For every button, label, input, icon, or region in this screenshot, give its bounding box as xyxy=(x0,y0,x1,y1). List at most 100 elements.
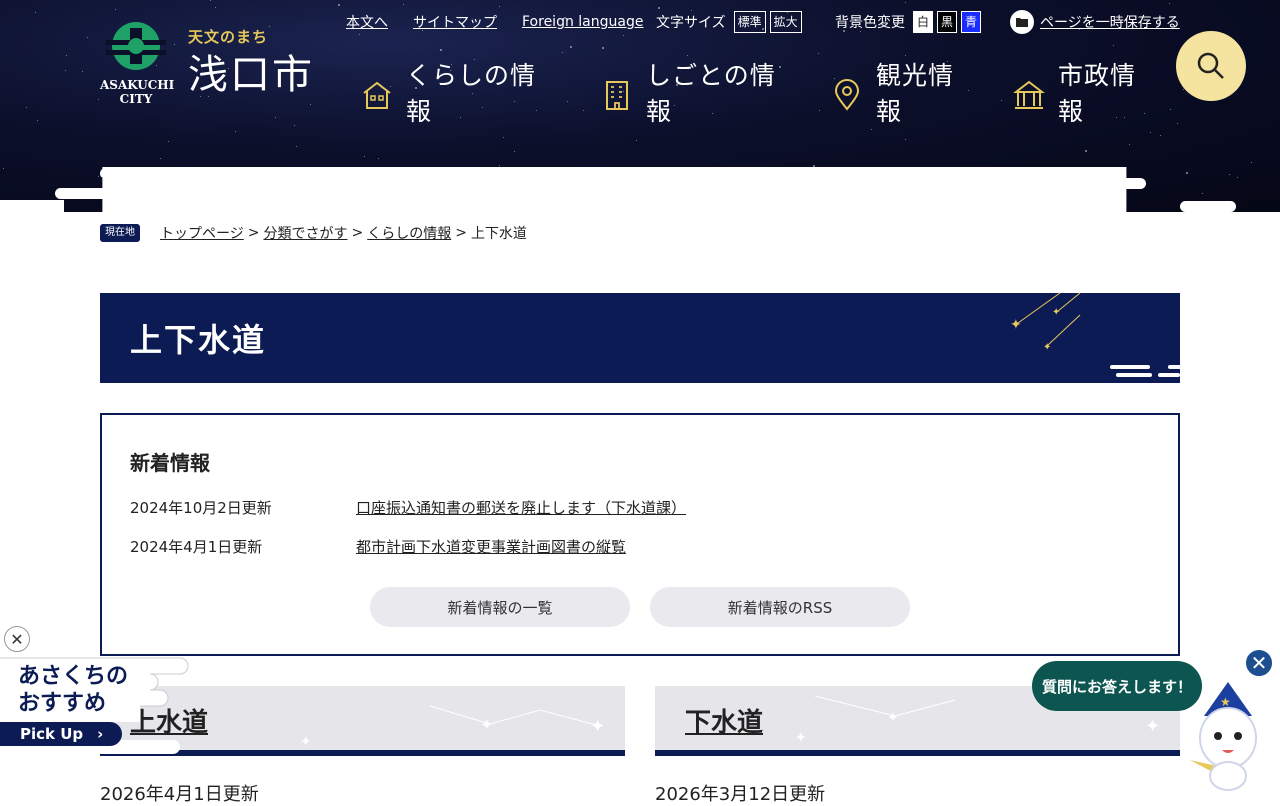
svg-text:✦: ✦ xyxy=(300,734,312,750)
star-dot xyxy=(235,131,236,132)
page-title: 上下水道 xyxy=(130,321,267,359)
svg-text:✦: ✦ xyxy=(480,715,493,734)
star-dot xyxy=(1001,100,1002,101)
map-pin-icon xyxy=(834,79,860,111)
svg-text:✦: ✦ xyxy=(887,710,899,726)
star-dot xyxy=(66,55,67,56)
save-page-control[interactable]: ページを一時保存する xyxy=(1010,10,1180,34)
star-dot xyxy=(1237,177,1238,178)
star-dot xyxy=(1129,144,1130,145)
bg-blue-button[interactable]: 青 xyxy=(961,11,982,33)
star-dot xyxy=(98,99,99,100)
util-skip-link-wrap: 本文へ xyxy=(346,10,388,34)
bg-black-button[interactable]: 黒 xyxy=(937,11,958,33)
chat-bubble-text: 質問にお答えします！ xyxy=(1041,677,1192,696)
category-date-sewerage: 2026年3月12日更新 xyxy=(655,784,826,805)
star-dot xyxy=(364,156,365,157)
bg-white-button[interactable]: 白 xyxy=(913,11,934,33)
star-dot xyxy=(3,168,4,169)
nav-work[interactable]: しごとの情報 xyxy=(600,58,800,130)
city-hall-icon xyxy=(1013,80,1045,109)
star-dot xyxy=(658,7,660,9)
star-dot xyxy=(98,176,99,177)
news-link[interactable]: 口座振込通知書の郵送を廃止します（下水道課） xyxy=(356,497,686,518)
star-dot xyxy=(87,37,88,38)
svg-text:✦: ✦ xyxy=(795,730,807,746)
svg-text:★: ★ xyxy=(1220,695,1231,709)
bg-color-control: 背景色変更 白 黒 青 xyxy=(835,10,982,34)
star-dot xyxy=(1202,193,1203,194)
city-name-english: ASAKUCHI CITY xyxy=(100,78,175,106)
pickup-button[interactable]: Pick Up › xyxy=(0,722,122,746)
bg-color-label: 背景色変更 xyxy=(835,15,905,31)
news-panel: 新着情報 2024年10月2日更新 口座振込通知書の郵送を廃止します（下水道課）… xyxy=(100,413,1180,656)
breadcrumb-separator: > xyxy=(455,225,467,241)
star-dot xyxy=(503,137,504,138)
star-dot xyxy=(1170,109,1171,110)
star-dot xyxy=(499,6,500,7)
category-date-water-supply: 2026年4月1日更新 xyxy=(100,784,259,805)
star-dot xyxy=(623,35,624,36)
breadcrumb-link-top[interactable]: トップページ xyxy=(160,223,244,243)
star-dot xyxy=(1150,132,1151,133)
breadcrumb-link-category[interactable]: 分類でさがす xyxy=(263,223,347,243)
star-dot xyxy=(1186,172,1188,174)
star-dot xyxy=(687,55,688,56)
star-dot xyxy=(160,158,161,159)
star-dot xyxy=(1085,150,1087,152)
star-dot xyxy=(294,125,295,126)
nav-living-label: くらしの情報 xyxy=(406,61,537,126)
house-icon xyxy=(363,81,391,109)
folder-icon xyxy=(1010,10,1034,34)
pickup-close-button[interactable]: ✕ xyxy=(4,626,30,652)
news-list-button[interactable]: 新着情報の一覧 xyxy=(370,587,630,627)
news-link[interactable]: 都市計画下水道変更事業計画図書の縦覧 xyxy=(356,536,626,557)
mascot-character-icon[interactable]: ★ xyxy=(1186,676,1270,794)
util-sitemap-wrap: サイトマップ xyxy=(413,10,497,34)
star-dot xyxy=(168,141,169,142)
site-logo[interactable]: ASAKUCHI CITY 天文のまち 浅口市 xyxy=(100,20,330,110)
star-dot xyxy=(1177,123,1178,124)
breadcrumb-link-living[interactable]: くらしの情報 xyxy=(367,223,451,243)
sitemap-link[interactable]: サイトマップ xyxy=(413,12,497,32)
category-link-sewerage[interactable]: 下水道 xyxy=(685,702,763,739)
foreign-language-link[interactable]: Foreign language xyxy=(522,14,643,30)
pickup-banner[interactable]: あさくちの おすすめ Pick Up › xyxy=(0,650,200,762)
city-emblem-icon xyxy=(106,22,166,70)
chat-bubble[interactable]: 質問にお答えします！ xyxy=(1032,661,1202,711)
search-icon xyxy=(1197,52,1224,79)
star-dot xyxy=(602,47,604,49)
star-dot xyxy=(570,46,572,48)
save-page-link[interactable]: ページを一時保存する xyxy=(1040,12,1180,32)
search-button[interactable] xyxy=(1176,31,1246,101)
star-dot xyxy=(359,34,360,35)
svg-text:✦: ✦ xyxy=(1052,307,1060,318)
star-dot xyxy=(1113,45,1114,46)
news-item: 2024年4月1日更新 都市計画下水道変更事業計画図書の縦覧 xyxy=(130,536,626,557)
star-dot xyxy=(636,140,637,141)
star-dot xyxy=(567,101,568,102)
font-size-control: 文字サイズ 標準 拡大 xyxy=(656,10,802,34)
nav-living[interactable]: くらしの情報 xyxy=(360,58,560,130)
news-rss-button[interactable]: 新着情報のRSS xyxy=(650,587,910,627)
logo-tagline: 天文のまち xyxy=(188,28,269,46)
breadcrumb: 現在地 トップページ > 分類でさがす > くらしの情報 > 上下水道 xyxy=(100,222,527,244)
star-dot xyxy=(65,70,66,71)
nav-government[interactable]: 市政情報 xyxy=(1012,58,1162,130)
news-item: 2024年10月2日更新 口座振込通知書の郵送を廃止します（下水道課） xyxy=(130,497,686,518)
font-large-button[interactable]: 拡大 xyxy=(769,11,802,33)
nav-tourism-label: 観光情報 xyxy=(876,61,955,126)
star-dot xyxy=(440,49,442,51)
nav-government-label: 市政情報 xyxy=(1058,61,1137,126)
star-dot xyxy=(215,7,216,8)
site-header: ASAKUCHI CITY 天文のまち 浅口市 本文へ サイトマップ Forei… xyxy=(0,0,1280,212)
breadcrumb-separator: > xyxy=(247,225,260,241)
nav-tourism[interactable]: 観光情報 xyxy=(830,58,980,130)
chat-close-button[interactable]: ✕ xyxy=(1244,648,1274,678)
star-dot xyxy=(905,55,906,56)
font-standard-button[interactable]: 標準 xyxy=(733,11,766,33)
star-dot xyxy=(583,110,584,111)
star-dot xyxy=(905,139,906,140)
skip-to-content-link[interactable]: 本文へ xyxy=(346,12,388,32)
svg-text:✦: ✦ xyxy=(590,716,605,737)
